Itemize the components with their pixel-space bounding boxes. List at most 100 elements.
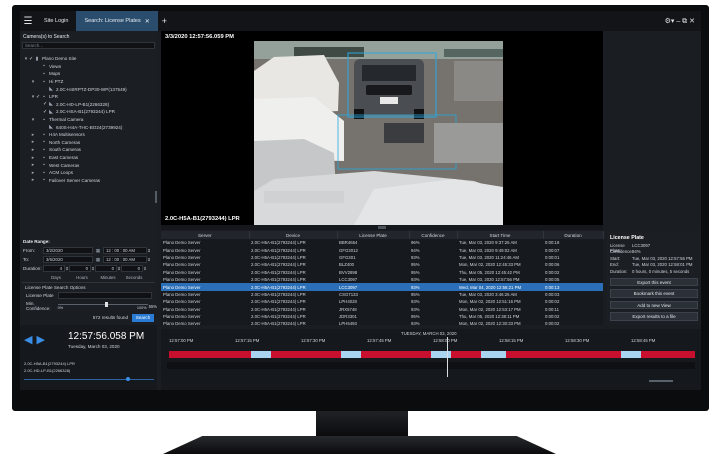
timeline-segment[interactable] (481, 351, 506, 358)
collapse-arrow-icon[interactable]: ▸ (30, 177, 36, 183)
duration-hours-input[interactable]: 0 (69, 265, 91, 272)
table-cell: LCC3097 (339, 277, 358, 283)
from-time-input[interactable]: 12 : 00 : 00 AM (103, 247, 147, 254)
to-time-input[interactable]: 12 : 00 : 00 AM (103, 256, 147, 263)
table-cell: 0:00:07 (545, 247, 560, 253)
camera-tree-item[interactable]: ▪ Views (20, 63, 157, 71)
camera-tree[interactable]: ▾ ✓ ▮ Plano Demo Site ▪ Views ▪ Maps ▾ ▪ Hi PTZ ◣ 2.… (20, 55, 157, 237)
play-icon[interactable]: ▶ (36, 333, 44, 346)
export-results-button[interactable]: Export results to a file (610, 312, 698, 321)
video-panel[interactable]: 3/3/2020 12:57:56.059 PM 2.0C-H5A-B1(279… (161, 31, 603, 225)
bookmark-event-button[interactable]: Bookmark this event (610, 289, 698, 298)
camera-tree-item[interactable]: ▸ ▪ Failover Server Cameras (20, 177, 157, 185)
license-plate-input[interactable] (58, 292, 152, 299)
to-date-input[interactable]: 3/6/2020 (43, 256, 93, 263)
from-date-input[interactable]: 3/2/2020 (43, 247, 93, 254)
export-event-button[interactable]: Export this event (610, 277, 698, 287)
spinner-icon[interactable]: ⇕ (147, 248, 151, 253)
calendar-icon[interactable]: ▦ (93, 257, 103, 263)
camera-tree-label: West Cameras (49, 162, 80, 168)
expand-arrow-icon[interactable]: ▾ (30, 117, 36, 123)
camera-tree-item[interactable]: ✓ ◣ 2.0C-HSA-B1(2793244) LPR (20, 108, 157, 116)
table-row[interactable]: Plano Demo Server 2.0C-H5A-B1(2793244) LP… (161, 306, 603, 313)
collapse-arrow-icon[interactable]: ▸ (30, 155, 36, 161)
column-header[interactable]: Start Time (457, 231, 544, 239)
step-back-icon[interactable]: ◀ (24, 333, 32, 346)
spinner-icon[interactable]: ⇕ (147, 257, 151, 262)
column-header[interactable]: Confidence (409, 231, 458, 239)
column-header[interactable]: License Plate (337, 231, 410, 239)
search-button[interactable]: Search (132, 313, 154, 322)
calendar-icon[interactable]: ▦ (93, 248, 103, 254)
camera-search-input[interactable]: Search... (22, 42, 155, 49)
collapse-arrow-icon[interactable]: ▸ (30, 139, 36, 145)
tree-scrollbar[interactable] (155, 191, 157, 203)
tab-search-license-plates[interactable]: Search: License Plates ✕ (76, 11, 158, 31)
camera-icon: ◣ (49, 86, 53, 93)
timeline-segment[interactable] (431, 351, 451, 358)
camera-tree-item[interactable]: ◣ 2.0C-H4IRPTZ-DP30-WP(137549) (20, 85, 157, 93)
expand-arrow-icon[interactable]: ▾ (30, 79, 36, 85)
table-row[interactable]: Plano Demo Server 2.0C-H5A-B1(2793244) LP… (161, 269, 603, 276)
table-row[interactable]: Plano Demo Server 2.0C-H5A-B1(2793244) LP… (161, 239, 603, 246)
timeline-segment[interactable] (167, 362, 695, 369)
camera-tree-item[interactable]: ▸ ▪ North Cameras (20, 139, 157, 147)
camera-tree-item[interactable]: ▸ ▪ West Cameras (20, 161, 157, 169)
camera-tree-item[interactable]: ▾ ▪ Hi PTZ (20, 78, 157, 86)
camera-tree-item[interactable]: ▸ ▪ H4A Multisensors (20, 131, 157, 139)
window-controls[interactable]: ⚙▾ – ⧉ ✕ (665, 11, 695, 31)
column-header[interactable]: Server (161, 231, 250, 239)
table-row[interactable]: Plano Demo Server 2.0C-H5A-B1(2793244) LP… (161, 276, 603, 283)
timeline-segment[interactable] (621, 351, 641, 358)
collapse-arrow-icon[interactable]: ▸ (30, 170, 36, 176)
table-cell: JDR3301 (339, 314, 357, 320)
camera-tree-item[interactable]: ▸ ▪ ACM Loops (20, 169, 157, 177)
duration-seconds-input[interactable]: 0 (121, 265, 143, 272)
column-header[interactable]: Duration (543, 231, 604, 239)
duration-minutes-input[interactable]: 0 (95, 265, 117, 272)
table-cell: 0:00:18 (545, 240, 560, 246)
tab-site-login[interactable]: Site Login (36, 11, 76, 31)
timeline[interactable]: TUESDAY, MARCH 03, 2020 12:57:00 PM 12:57… (161, 329, 701, 390)
table-row[interactable]: Plano Demo Server 2.0C-H5A-B1(2793244) LP… (161, 298, 603, 305)
close-tab-icon[interactable]: ✕ (145, 18, 150, 25)
camera-tree-item[interactable]: ▾ ✓ ▪ LPR (20, 93, 157, 101)
confidence-slider-thumb[interactable] (105, 302, 109, 307)
table-cell: 93% (411, 321, 420, 327)
add-to-view-button[interactable]: Add to new View (610, 300, 698, 310)
table-row[interactable]: Plano Demo Server 2.0C-H5A-B1(2793244) LP… (161, 261, 603, 268)
camera-tree-item[interactable]: ▾ ▪ Thermal Camera (20, 116, 157, 124)
menu-icon[interactable]: ☰ (20, 11, 36, 31)
camera-tree-item[interactable]: ▸ ▪ South Cameras (20, 146, 157, 154)
duration-days-input[interactable]: 4 (43, 265, 65, 272)
confidence-slider[interactable]: 0% 100% (57, 301, 148, 311)
timeline-segment[interactable] (341, 351, 361, 358)
add-tab-button[interactable]: + (162, 16, 167, 26)
collapse-arrow-icon[interactable]: ▸ (30, 162, 36, 168)
camera-tree-item[interactable]: ◣ 640S-H4A-THC-BO24(2739924) (20, 123, 157, 131)
timeline-cursor[interactable] (447, 337, 448, 377)
table-row[interactable]: Plano Demo Server 2.0C-H5A-B1(2793244) LP… (161, 313, 603, 320)
table-row[interactable]: Plano Demo Server 2.0C-H5A-B1(2793244) LP… (161, 320, 603, 327)
splitter-grip-icon[interactable] (378, 226, 386, 229)
timeline-scrollbar[interactable] (649, 380, 673, 382)
playback-camera-1[interactable]: 2.0C-H5A-B1(2793244) LPR (24, 361, 75, 366)
spinner-icon[interactable]: ⇕ (143, 266, 147, 271)
playback-speed-thumb[interactable] (126, 377, 131, 381)
playback-speed-slider[interactable] (24, 379, 154, 380)
table-row[interactable]: Plano Demo Server 2.0C-H5A-B1(2793244) LP… (161, 291, 603, 298)
collapse-arrow-icon[interactable]: ▸ (30, 147, 36, 153)
column-header[interactable]: Device (249, 231, 338, 239)
camera-tree-item[interactable]: ▸ ▪ East Cameras (20, 154, 157, 162)
table-row[interactable]: Plano Demo Server 2.0C-H5A-B1(2793244) LP… (161, 246, 603, 253)
timeline-segment[interactable] (251, 351, 271, 358)
table-cell: 94% (411, 247, 420, 253)
camera-tree-item[interactable]: ▾ ✓ ▮ Plano Demo Site (20, 55, 157, 63)
collapse-arrow-icon[interactable]: ▸ (30, 132, 36, 138)
camera-tree-item[interactable]: ▪ Maps (20, 70, 157, 78)
table-row[interactable]: Plano Demo Server 2.0C-H5A-B1(2793244) LP… (161, 283, 603, 291)
table-row[interactable]: Plano Demo Server 2.0C-H5A-B1(2793244) LP… (161, 254, 603, 261)
camera-tree-item[interactable]: ✓ ◣ 2.0C-HD-LP-B1(2266328) (20, 101, 157, 109)
playback-camera-2[interactable]: 2.0C-HD-LP-B1(2266328) (24, 368, 70, 373)
panel-splitter[interactable] (161, 225, 603, 230)
